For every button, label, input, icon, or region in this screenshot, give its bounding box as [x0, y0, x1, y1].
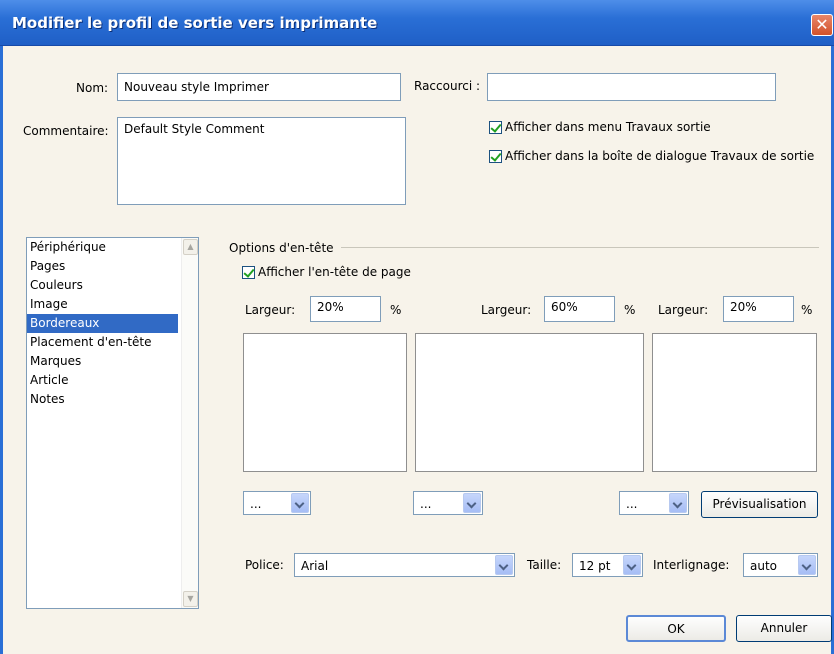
category-list[interactable]: Périphérique Pages Couleurs Image Border…	[26, 237, 199, 609]
list-item-couleurs[interactable]: Couleurs	[27, 276, 178, 295]
checkmark-icon	[242, 265, 255, 279]
group-divider	[341, 247, 819, 248]
font-label: Police:	[245, 558, 284, 572]
close-icon: ✕	[815, 15, 829, 34]
comment-label: Commentaire:	[23, 124, 109, 138]
size-label: Taille:	[527, 558, 562, 572]
shortcut-input[interactable]	[487, 73, 776, 101]
variable-select-left[interactable]: ...	[243, 491, 311, 515]
leading-select[interactable]: auto	[743, 553, 818, 577]
name-input[interactable]: Nouveau style Imprimer	[117, 73, 401, 101]
size-select-value: 12 pt	[579, 559, 611, 573]
scroll-up-icon[interactable]: ▲	[183, 239, 198, 255]
list-scrollbar[interactable]: ▲ ▼	[181, 238, 198, 608]
window-title: Modifier le profil de sortie vers imprim…	[12, 14, 378, 32]
header-options-group-label: Options d'en-tête	[229, 241, 334, 255]
scroll-down-icon[interactable]: ▼	[183, 591, 198, 607]
font-select[interactable]: Arial	[294, 553, 515, 577]
width-input-center[interactable]: 60%	[544, 296, 615, 322]
header-right-panel[interactable]	[652, 333, 817, 472]
show-in-dialog-label: Afficher dans la boîte de dialogue Trava…	[505, 149, 815, 163]
show-in-dialog-checkbox[interactable]: Afficher dans la boîte de dialogue Trava…	[489, 149, 814, 163]
chevron-down-icon[interactable]	[291, 493, 309, 513]
list-item-placement[interactable]: Placement d'en-tête	[27, 333, 178, 352]
ok-button[interactable]: OK	[626, 615, 726, 642]
shortcut-label: Raccourci :	[414, 79, 481, 93]
width-input-left[interactable]: 20%	[310, 296, 381, 322]
header-left-panel[interactable]	[243, 333, 407, 472]
chevron-down-icon[interactable]	[798, 555, 816, 575]
variable-select-center[interactable]: ...	[413, 491, 483, 515]
percent-left: %	[390, 303, 402, 317]
show-in-menu-checkbox[interactable]: Afficher dans menu Travaux sortie	[489, 120, 711, 134]
title-bar: Modifier le profil de sortie vers imprim…	[0, 0, 834, 46]
name-label: Nom:	[76, 81, 109, 95]
size-select[interactable]: 12 pt	[572, 553, 643, 577]
chevron-down-icon[interactable]	[495, 555, 513, 575]
leading-select-value: auto	[750, 559, 778, 573]
list-item-pages[interactable]: Pages	[27, 257, 178, 276]
percent-right: %	[801, 303, 813, 317]
checkmark-icon	[489, 120, 502, 134]
show-in-menu-label: Afficher dans menu Travaux sortie	[505, 120, 711, 134]
variable-select-center-value: ...	[420, 497, 432, 511]
chevron-down-icon[interactable]	[669, 493, 687, 513]
chevron-down-icon[interactable]	[623, 555, 641, 575]
list-item-peripherique[interactable]: Périphérique	[27, 238, 178, 257]
show-header-checkbox[interactable]: Afficher l'en-tête de page	[242, 265, 411, 279]
variable-select-right-value: ...	[626, 497, 638, 511]
close-button[interactable]: ✕	[811, 14, 833, 36]
chevron-down-icon[interactable]	[463, 493, 481, 513]
list-item-image[interactable]: Image	[27, 295, 178, 314]
font-select-value: Arial	[301, 559, 329, 573]
width-label-center: Largeur:	[481, 303, 532, 317]
list-item-bordereaux[interactable]: Bordereaux	[27, 314, 178, 333]
checkmark-icon	[489, 149, 502, 163]
list-item-notes[interactable]: Notes	[27, 390, 178, 409]
variable-select-right[interactable]: ...	[619, 491, 689, 515]
comment-textarea[interactable]: Default Style Comment	[117, 117, 406, 205]
header-center-panel[interactable]	[415, 333, 644, 472]
list-item-article[interactable]: Article	[27, 371, 178, 390]
width-label-left: Largeur:	[245, 303, 296, 317]
list-item-marques[interactable]: Marques	[27, 352, 178, 371]
percent-center: %	[624, 303, 636, 317]
preview-button[interactable]: Prévisualisation	[701, 491, 818, 518]
leading-label: Interlignage:	[653, 558, 730, 572]
variable-select-left-value: ...	[250, 497, 262, 511]
cancel-button[interactable]: Annuler	[736, 615, 832, 642]
show-header-label: Afficher l'en-tête de page	[258, 265, 411, 279]
width-input-right[interactable]: 20%	[723, 296, 794, 322]
width-label-right: Largeur:	[658, 303, 709, 317]
